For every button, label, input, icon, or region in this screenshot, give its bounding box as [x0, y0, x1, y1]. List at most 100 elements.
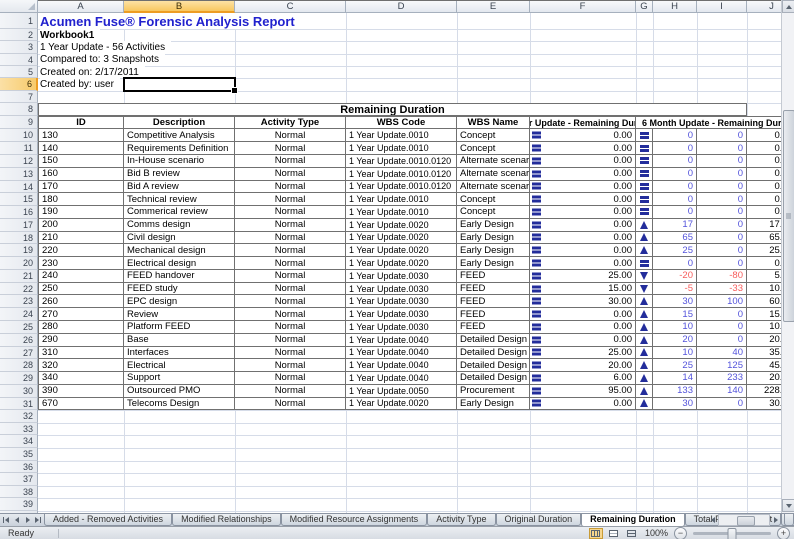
cell-description[interactable]: Outsourced PMO	[124, 385, 235, 398]
cell-trend-indicator[interactable]	[636, 181, 653, 194]
row-header-6[interactable]: 6	[0, 78, 38, 90]
cell-year-update-remaining-duration[interactable]: 0.00	[530, 308, 636, 321]
cell-description[interactable]: Comms design	[124, 219, 235, 232]
cell-a4[interactable]: Compared to: 3 Snapshots	[40, 54, 165, 66]
cell-id[interactable]: 150	[38, 155, 124, 168]
cell-wbs-code[interactable]: 1 Year Update.0040	[346, 372, 457, 385]
zoom-in-button[interactable]: +	[777, 527, 790, 539]
cell-id[interactable]: 280	[38, 321, 124, 334]
cell-year-update-remaining-duration[interactable]: 0.00	[530, 232, 636, 245]
cell-wbs-name[interactable]: FEED	[457, 295, 530, 308]
row-header-13[interactable]: 13	[0, 168, 38, 181]
cell-activity-type[interactable]: Normal	[235, 181, 346, 194]
selected-cell-b6[interactable]	[123, 77, 236, 91]
cell-wbs-code[interactable]: 1 Year Update.0030	[346, 283, 457, 296]
cell-wbs-code[interactable]: 1 Year Update.0010	[346, 206, 457, 219]
cell-delta-pct[interactable]: 0	[697, 334, 747, 347]
cell-activity-type[interactable]: Normal	[235, 206, 346, 219]
cell-wbs-code[interactable]: 1 Year Update.0010	[346, 193, 457, 206]
cell-trend-indicator[interactable]	[636, 257, 653, 270]
cell-wbs-code[interactable]: 1 Year Update.0020	[346, 398, 457, 411]
column-header-e[interactable]: E	[457, 1, 530, 13]
row-header-28[interactable]: 28	[0, 359, 38, 372]
cell-year-update-remaining-duration[interactable]: 0.00	[530, 129, 636, 142]
cell-trend-indicator[interactable]	[636, 398, 653, 411]
zoom-out-button[interactable]: −	[674, 527, 687, 539]
cell-delta[interactable]: 17	[653, 219, 697, 232]
cell-id[interactable]: 320	[38, 359, 124, 372]
cell-wbs-code[interactable]: 1 Year Update.0040	[346, 359, 457, 372]
cell-trend-indicator[interactable]	[636, 385, 653, 398]
cell-delta[interactable]: -20	[653, 270, 697, 283]
cell-year-update-remaining-duration[interactable]: 0.00	[530, 168, 636, 181]
row-header-25[interactable]: 25	[0, 321, 38, 334]
cell-wbs-name[interactable]: FEED	[457, 283, 530, 296]
table-title-cell[interactable]: Remaining Duration	[38, 103, 747, 116]
horizontal-scroll-thumb[interactable]	[737, 516, 755, 526]
cell-wbs-code[interactable]: 1 Year Update.0010	[346, 142, 457, 155]
insert-worksheet-tab[interactable]	[784, 514, 794, 526]
cell-id[interactable]: 140	[38, 142, 124, 155]
cell-trend-indicator[interactable]	[636, 359, 653, 372]
fill-handle[interactable]	[231, 87, 238, 94]
cell-description[interactable]: Support	[124, 372, 235, 385]
cell-wbs-name[interactable]: Concept	[457, 193, 530, 206]
cell-wbs-name[interactable]: Early Design	[457, 398, 530, 411]
row-header-22[interactable]: 22	[0, 283, 38, 296]
cell-delta-pct[interactable]: 0	[697, 244, 747, 257]
cell-wbs-name[interactable]: Early Design	[457, 232, 530, 245]
cell-delta-pct[interactable]: 0	[697, 206, 747, 219]
column-header-g[interactable]: G	[636, 1, 653, 13]
table-header-wbs-name[interactable]: WBS Name	[457, 116, 530, 129]
cell-a1[interactable]: Acumen Fuse® Forensic Analysis Report	[40, 13, 301, 29]
row-header-32[interactable]: 32	[0, 410, 38, 423]
row-header-27[interactable]: 27	[0, 347, 38, 360]
cell-year-update-remaining-duration[interactable]: 0.00	[530, 398, 636, 411]
cell-delta[interactable]: 0	[653, 142, 697, 155]
normal-view-button[interactable]	[589, 528, 603, 539]
cell-year-update-remaining-duration[interactable]: 20.00	[530, 359, 636, 372]
cell-delta[interactable]: 25	[653, 244, 697, 257]
cell-delta[interactable]: 0	[653, 129, 697, 142]
cell-month6-remaining-duration[interactable]: 0.00	[747, 257, 781, 270]
cell-description[interactable]: Commerical review	[124, 206, 235, 219]
cell-wbs-code[interactable]: 1 Year Update.0030	[346, 295, 457, 308]
cell-delta[interactable]: -5	[653, 283, 697, 296]
cell-month6-remaining-duration[interactable]: 0.00	[747, 168, 781, 181]
cell-trend-indicator[interactable]	[636, 155, 653, 168]
row-header-31[interactable]: 31	[0, 398, 38, 411]
cell-month6-remaining-duration[interactable]: 45.00	[747, 359, 781, 372]
table-header-6-month-update-remaining-duration[interactable]: 6 Month Update - Remaining Duration	[636, 116, 781, 129]
cell-trend-indicator[interactable]	[636, 347, 653, 360]
cell-delta[interactable]: 30	[653, 398, 697, 411]
cell-activity-type[interactable]: Normal	[235, 372, 346, 385]
cell-wbs-code[interactable]: 1 Year Update.0030	[346, 308, 457, 321]
column-header-h[interactable]: H	[653, 1, 697, 13]
cell-id[interactable]: 160	[38, 168, 124, 181]
cell-trend-indicator[interactable]	[636, 244, 653, 257]
row-header-2[interactable]: 2	[0, 29, 38, 41]
cell-month6-remaining-duration[interactable]: 30.00	[747, 398, 781, 411]
cell-description[interactable]: Interfaces	[124, 347, 235, 360]
cell-month6-remaining-duration[interactable]: 65.00	[747, 232, 781, 245]
cell-delta[interactable]: 0	[653, 193, 697, 206]
vertical-scroll-thumb[interactable]	[783, 110, 794, 322]
cell-wbs-code[interactable]: 1 Year Update.0030	[346, 270, 457, 283]
cell-wbs-name[interactable]: Alternate scenario	[457, 155, 530, 168]
table-header-wbs-code[interactable]: WBS Code	[346, 116, 457, 129]
cell-activity-type[interactable]: Normal	[235, 155, 346, 168]
cell-wbs-code[interactable]: 1 Year Update.0040	[346, 347, 457, 360]
cell-month6-remaining-duration[interactable]: 5.00	[747, 270, 781, 283]
horizontal-scrollbar[interactable]	[707, 514, 781, 526]
cell-month6-remaining-duration[interactable]: 0.00	[747, 193, 781, 206]
cell-delta-pct[interactable]: 0	[697, 193, 747, 206]
cell-wbs-code[interactable]: 1 Year Update.0010.0120	[346, 155, 457, 168]
cell-wbs-code[interactable]: 1 Year Update.0040	[346, 334, 457, 347]
cell-trend-indicator[interactable]	[636, 270, 653, 283]
cell-wbs-name[interactable]: Early Design	[457, 244, 530, 257]
cell-wbs-code[interactable]: 1 Year Update.0010	[346, 129, 457, 142]
cell-delta[interactable]: 133	[653, 385, 697, 398]
table-header-id[interactable]: ID	[38, 116, 124, 129]
cell-wbs-name[interactable]: Concept	[457, 206, 530, 219]
cell-activity-type[interactable]: Normal	[235, 168, 346, 181]
